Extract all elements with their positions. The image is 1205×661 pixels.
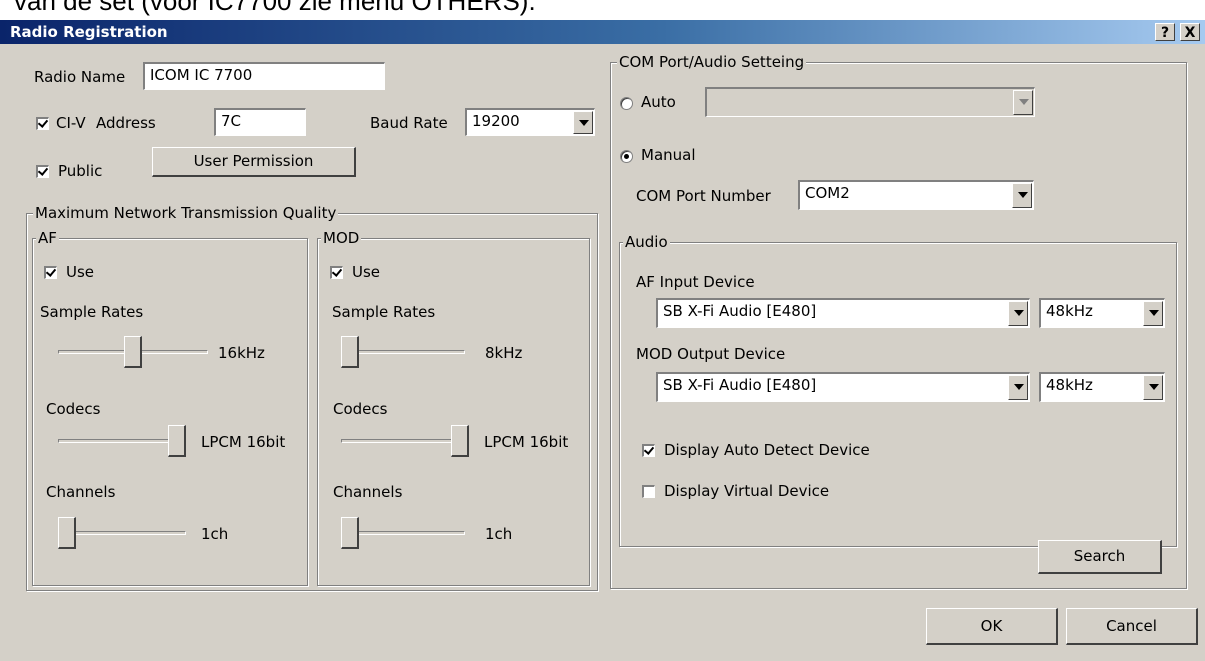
mod-use-checkbox[interactable] [330,266,343,279]
auto-select[interactable] [705,87,1035,117]
radio-name-field[interactable]: ICOM IC 7700 [143,62,385,90]
af-codecs-label: Codecs [46,400,101,418]
virtual-device-checkbox[interactable] [642,485,655,498]
public-checkbox[interactable] [36,165,49,178]
close-button[interactable]: X [1180,23,1200,41]
af-codec-slider-thumb[interactable] [168,425,186,457]
dialog-title: Radio Registration [10,23,168,41]
chevron-down-icon[interactable] [1013,90,1033,115]
chevron-down-icon[interactable] [1012,183,1032,208]
civ-checkbox[interactable] [36,117,49,130]
af-group-title: AF [36,229,59,247]
af-channels-slider-track [58,531,186,535]
af-use-label: Use [66,263,95,281]
cancel-button[interactable]: Cancel [1066,608,1198,645]
af-sample-rate-slider-thumb[interactable] [124,336,142,368]
chevron-down-icon[interactable] [1008,301,1028,326]
civ-label: CI-V [56,114,86,132]
af-input-device-select[interactable]: SB X-Fi Audio [E480] [656,298,1030,328]
af-codec-slider-track [58,439,186,443]
chevron-down-icon[interactable] [1143,301,1163,326]
auto-detect-label: Display Auto Detect Device [664,441,870,459]
com-port-value: COM2 [805,184,850,202]
ok-button[interactable]: OK [926,608,1058,645]
chevron-down-icon[interactable] [1143,375,1163,400]
mod-codec-value: LPCM 16bit [484,433,569,451]
auto-detect-checkbox[interactable] [642,444,655,457]
chevron-down-icon[interactable] [573,111,593,134]
af-input-rate-select[interactable]: 48kHz [1039,298,1165,328]
af-input-rate-value: 48kHz [1046,302,1093,320]
af-input-device-label: AF Input Device [636,273,755,291]
mod-output-device-select[interactable]: SB X-Fi Audio [E480] [656,372,1030,402]
manual-radio[interactable] [620,150,633,163]
auto-radio[interactable] [620,97,633,110]
mod-channels-label: Channels [333,483,403,501]
af-sample-rate-value: 16kHz [218,344,265,362]
mod-sample-rate-slider-thumb[interactable] [341,336,359,368]
mod-channels-slider-track [341,531,465,535]
af-channels-value: 1ch [201,525,229,543]
mod-codec-slider-thumb[interactable] [451,425,469,457]
com-port-select[interactable]: COM2 [798,180,1034,210]
af-input-device-value: SB X-Fi Audio [E480] [663,302,817,320]
mod-output-device-label: MOD Output Device [636,345,786,363]
mod-output-rate-select[interactable]: 48kHz [1039,372,1165,402]
search-button[interactable]: Search [1038,540,1162,574]
help-button[interactable]: ? [1155,23,1175,41]
af-codec-value: LPCM 16bit [201,433,286,451]
af-sample-rates-label: Sample Rates [40,303,144,321]
address-field[interactable]: 7C [214,108,306,136]
chevron-down-icon[interactable] [1008,375,1028,400]
baud-rate-label: Baud Rate [370,114,448,132]
auto-label: Auto [641,93,676,111]
mod-output-device-value: SB X-Fi Audio [E480] [663,376,817,394]
mod-codec-slider-track [341,439,469,443]
af-use-checkbox[interactable] [44,266,57,279]
background-text: van de set (voor IC7700 zie menu OTHERS)… [14,0,536,16]
mod-channels-value: 1ch [485,525,513,543]
public-label: Public [58,162,103,180]
radio-registration-dialog: Radio Registration ? X Radio Name ICOM I… [0,20,1205,661]
user-permission-button[interactable]: User Permission [152,147,356,177]
af-channels-slider-thumb[interactable] [58,517,76,549]
mod-sample-rate-value: 8kHz [485,344,523,362]
mod-sample-rate-slider-track [341,350,465,354]
baud-rate-value: 19200 [472,112,520,130]
audio-group-title: Audio [623,233,670,251]
mod-sample-rates-label: Sample Rates [332,303,436,321]
quality-group-title: Maximum Network Transmission Quality [33,204,339,222]
baud-rate-select[interactable]: 19200 [465,108,595,136]
mod-codecs-label: Codecs [333,400,388,418]
mod-output-rate-value: 48kHz [1046,376,1093,394]
radio-name-label: Radio Name [34,68,126,86]
background-document-text: van de set (voor IC7700 zie menu OTHERS)… [0,0,1205,20]
com-port-label: COM Port Number [636,187,771,205]
address-label: Address [96,114,156,132]
com-port-audio-title: COM Port/Audio Setteing [617,53,807,71]
virtual-device-label: Display Virtual Device [664,482,830,500]
af-channels-label: Channels [46,483,116,501]
title-bar[interactable]: Radio Registration ? X [0,20,1205,44]
manual-label: Manual [641,146,696,164]
mod-group-title: MOD [321,229,362,247]
mod-channels-slider-thumb[interactable] [341,517,359,549]
mod-use-label: Use [352,263,381,281]
